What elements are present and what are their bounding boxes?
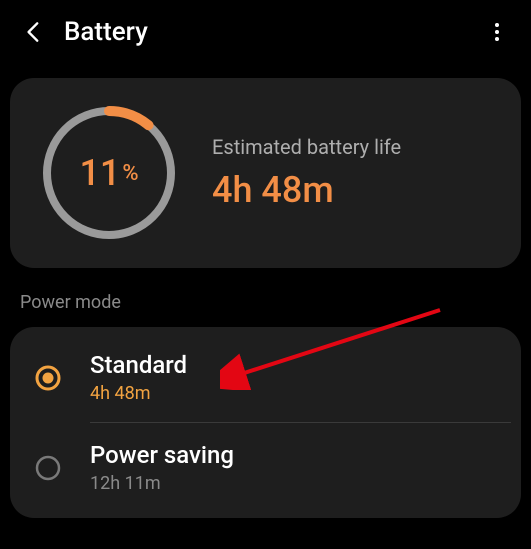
power-mode-heading: Power mode bbox=[20, 292, 531, 313]
app-bar: Battery bbox=[0, 0, 531, 64]
overflow-menu-button[interactable] bbox=[473, 8, 521, 56]
power-mode-power-saving-text: Power saving 12h 11m bbox=[90, 441, 497, 494]
power-mode-standard-text: Standard 4h 48m bbox=[90, 351, 497, 404]
power-mode-standard[interactable]: Standard 4h 48m bbox=[10, 333, 521, 422]
battery-estimate-time: 4h 48m bbox=[212, 169, 401, 211]
radio-selected-icon bbox=[34, 364, 62, 392]
battery-percent-symbol: % bbox=[122, 161, 138, 186]
battery-estimate-label: Estimated battery life bbox=[212, 135, 401, 159]
power-mode-power-saving-sub: 12h 11m bbox=[90, 473, 497, 494]
power-mode-standard-sub: 4h 48m bbox=[90, 383, 497, 404]
more-vertical-icon bbox=[485, 20, 509, 44]
battery-ring: 11 % bbox=[34, 98, 184, 248]
back-button[interactable] bbox=[10, 8, 58, 56]
power-mode-power-saving-title: Power saving bbox=[90, 441, 497, 469]
battery-percent-value: 11 bbox=[79, 152, 120, 194]
battery-summary-card[interactable]: 11 % Estimated battery life 4h 48m bbox=[10, 78, 521, 268]
battery-estimate: Estimated battery life 4h 48m bbox=[212, 135, 401, 211]
power-mode-standard-title: Standard bbox=[90, 351, 497, 379]
battery-percent-label: 11 % bbox=[34, 98, 184, 248]
power-mode-list: Standard 4h 48m Power saving 12h 11m bbox=[10, 327, 521, 518]
power-mode-power-saving[interactable]: Power saving 12h 11m bbox=[10, 423, 521, 512]
radio-unselected-icon bbox=[34, 454, 62, 482]
page-title: Battery bbox=[64, 17, 473, 47]
chevron-left-icon bbox=[21, 19, 47, 45]
